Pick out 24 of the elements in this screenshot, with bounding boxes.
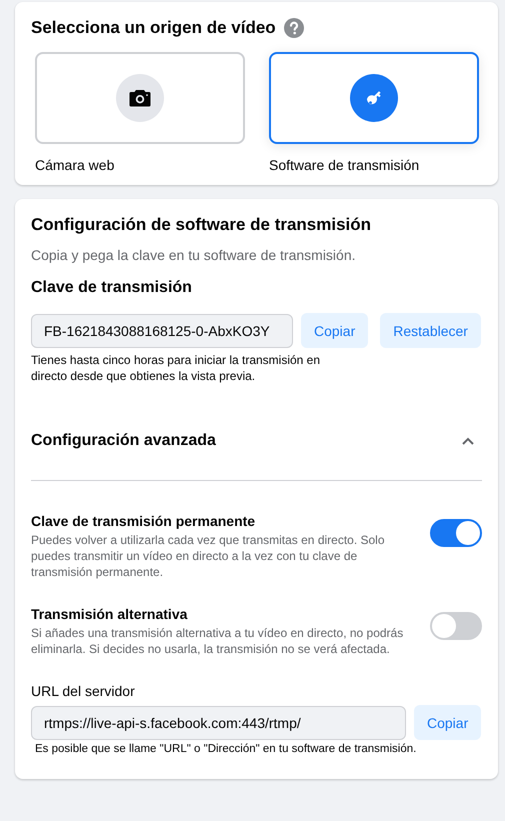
field-label: URL del servidor <box>31 683 136 699</box>
stream-key-field[interactable]: FB-1621843088168125-0-AbxKO3Y <box>31 314 293 348</box>
source-option-label: Software de transmisión <box>269 157 420 173</box>
action-button[interactable]: Restablecer <box>380 313 481 348</box>
section-title: Selecciona un origen de vídeo <box>31 18 276 38</box>
setting-title: Clave de transmisión permanente <box>31 513 256 529</box>
source-option-card[interactable] <box>269 52 479 144</box>
camera-icon <box>129 88 151 108</box>
field-label: Clave de transmisión <box>31 279 193 297</box>
section-title: Configuración avanzada <box>31 432 216 450</box>
action-button[interactable]: Copiar <box>301 313 368 348</box>
setting-title: Transmisión alternativa <box>31 606 188 622</box>
field-note: Tienes hasta cinco horas para iniciar la transmisión en directo desde que obtienes la vista previa. <box>31 352 322 384</box>
section-title: Configuración de software de transmisión <box>31 215 372 235</box>
server-url-field[interactable]: rtmps://live-api-s.facebook.com:443/rtmp/ <box>31 706 406 740</box>
setting-description: Puedes volver a utilizarla cada vez que transmitas en directo. Solo puedes transmitir un vídeo en directo a la vez con tu clave de transmisión permanente. <box>31 532 386 580</box>
field-note: Es posible que se llame "URL" o "Dirección" en tu software de transmisión. <box>35 742 418 757</box>
chevron-icon[interactable] <box>462 437 474 445</box>
copy-button[interactable]: Copiar <box>414 705 482 740</box>
toggle-switch[interactable] <box>430 519 482 547</box>
setting-description: Si añades una transmisión alternativa a tu vídeo en directo, no podrás eliminarla. Si decides no usarla, la transmisión no se verá afectada. <box>31 625 404 657</box>
section-subtitle: Copia y pega la clave en tu software de transmisión. <box>31 247 357 263</box>
source-option-label: Cámara web <box>35 157 116 173</box>
help-icon[interactable] <box>284 18 304 38</box>
